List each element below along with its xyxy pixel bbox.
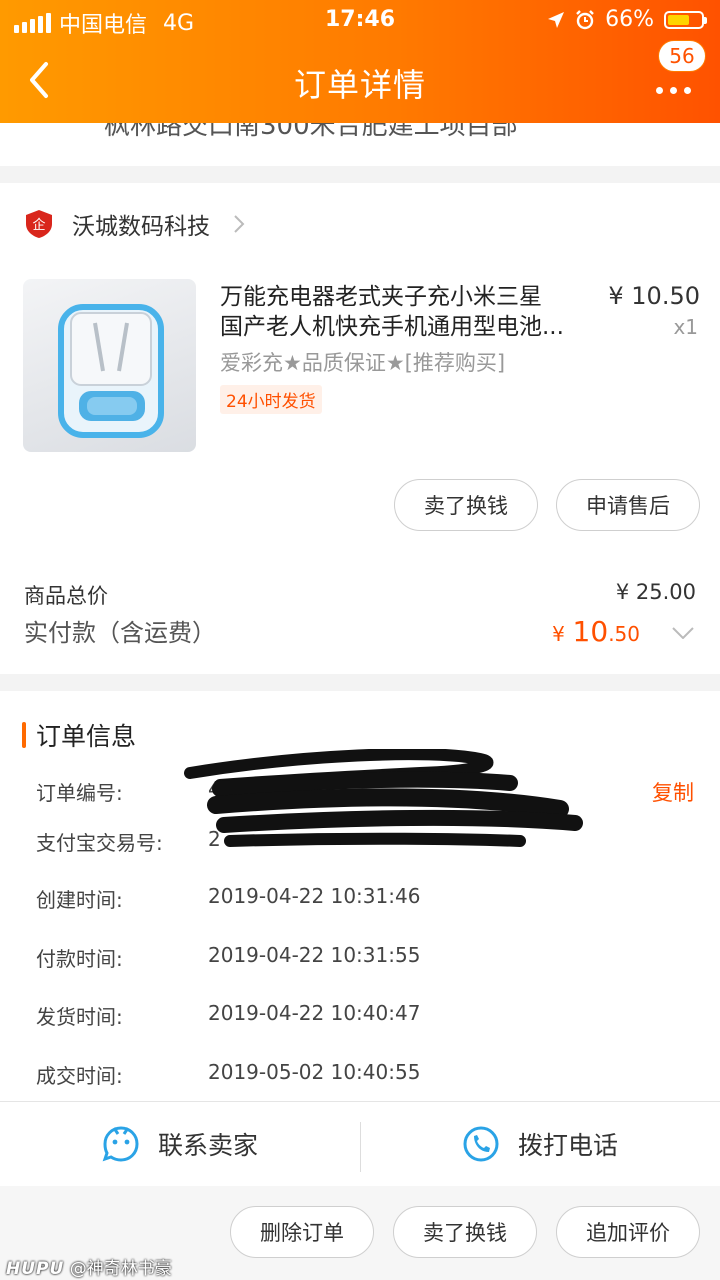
redaction-scribble <box>184 749 583 847</box>
delete-order-button[interactable]: 删除订单 <box>230 1206 374 1258</box>
order-number-label: 订单编号: <box>36 781 123 805</box>
paid-integer: 10 <box>572 615 609 648</box>
call-phone-label: 拨打电话 <box>517 1131 618 1160</box>
contact-bar: 联系卖家 拨打电话 <box>0 1101 720 1187</box>
call-phone-button[interactable]: 拨打电话 <box>360 1102 720 1186</box>
completed-time-label: 成交时间: <box>36 1064 123 1088</box>
order-info-section: 订单信息 订单编号: 418 复制 支付宝交易号: 2 创建时间: 2019-0… <box>0 691 720 1103</box>
message-count-badge[interactable]: 56 <box>658 40 706 72</box>
paid-amount-value: ¥ 10.50 <box>552 615 640 648</box>
paid-decimal: .50 <box>608 622 640 646</box>
battery-percent: 66% <box>605 7 654 32</box>
resell-button[interactable]: 卖了换钱 <box>394 479 538 531</box>
location-arrow-icon <box>548 11 565 28</box>
contact-seller-button[interactable]: 联系卖家 <box>0 1102 360 1186</box>
shipped-time-value: 2019-04-22 10:40:47 <box>208 1001 421 1025</box>
product-title-line-2: 国产老人机快充手机通用型电池... <box>220 314 564 340</box>
completed-time-value: 2019-05-02 10:40:55 <box>208 1060 421 1084</box>
created-time-label: 创建时间: <box>36 888 123 912</box>
shipping-tag: 24小时发货 <box>220 385 322 414</box>
paid-currency: ¥ <box>552 622 565 646</box>
paid-time-label: 付款时间: <box>36 947 123 971</box>
shop-row[interactable]: 企 沃城数码科技 <box>24 207 246 241</box>
after-sale-button[interactable]: 申请售后 <box>556 479 700 531</box>
watermark-user: @神奇林书豪 <box>69 1259 172 1279</box>
product-title[interactable]: 万能充电器老式夹子充小米三星 国产老人机快充手机通用型电池... <box>220 282 600 342</box>
expand-chevron-icon[interactable] <box>672 627 694 639</box>
product-title-line-1: 万能充电器老式夹子充小米三星 <box>220 284 542 310</box>
order-info-title: 订单信息 <box>36 722 137 751</box>
paid-amount-label: 实付款（含运费） <box>24 619 216 647</box>
svg-text:企: 企 <box>32 217 45 233</box>
resell-bottom-button[interactable]: 卖了换钱 <box>393 1206 537 1258</box>
contact-seller-label: 联系卖家 <box>157 1131 258 1160</box>
heading-accent-bar <box>22 722 26 748</box>
more-menu-button[interactable] <box>654 68 694 98</box>
copy-button[interactable]: 复制 <box>652 777 694 807</box>
chevron-right-icon <box>234 215 245 233</box>
product-quantity: x1 <box>673 315 698 339</box>
page-title: 订单详情 <box>293 66 426 104</box>
header: 中国电信 4G 17:46 66% 订单详情 56 <box>0 0 720 123</box>
nav-bar: 订单详情 56 <box>0 40 720 123</box>
watermark: HUPU @神奇林书豪 <box>6 1254 172 1279</box>
alipay-trade-no-label: 支付宝交易号: <box>36 831 163 855</box>
order-item-card: 企 沃城数码科技 万能充电器老式夹子充小米三星 国产老人机快充手机通用型电池..… <box>0 183 720 674</box>
goods-total-label: 商品总价 <box>24 584 108 608</box>
watermark-brand: HUPU <box>6 1259 65 1279</box>
battery-icon <box>664 10 707 29</box>
paid-time-value: 2019-04-22 10:31:55 <box>208 943 421 967</box>
product-image[interactable] <box>23 279 196 452</box>
order-info-heading: 订单信息 <box>22 717 136 753</box>
created-time-value: 2019-04-22 10:31:46 <box>208 884 421 908</box>
goods-total-value: ¥ 25.00 <box>615 580 696 604</box>
shipped-time-label: 发货时间: <box>36 1005 123 1029</box>
alarm-icon <box>576 9 594 29</box>
product-spec: 爱彩充★品质保证★[推荐购买] <box>220 351 506 375</box>
chat-bubble-icon <box>102 1126 139 1162</box>
shop-name: 沃城数码科技 <box>72 214 210 240</box>
phone-icon <box>463 1126 499 1162</box>
charger-illustration <box>58 304 164 438</box>
enterprise-shield-icon: 企 <box>26 210 52 238</box>
add-review-button[interactable]: 追加评价 <box>556 1206 700 1258</box>
status-bar: 中国电信 4G 17:46 66% <box>0 0 720 40</box>
product-price: ¥ 10.50 <box>608 282 700 310</box>
